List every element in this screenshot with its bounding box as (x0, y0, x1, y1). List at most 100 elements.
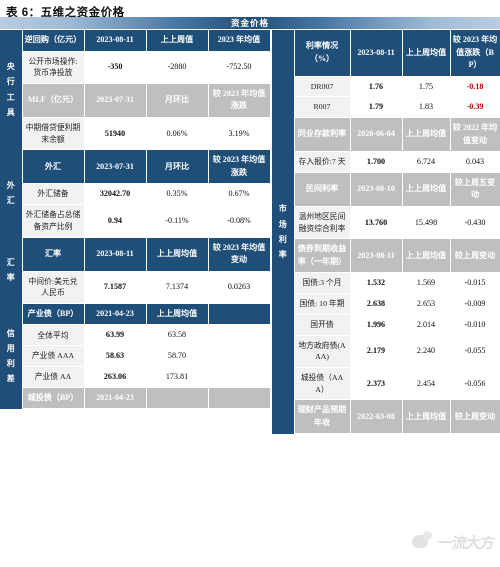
cell-value: 2.638 (349, 293, 403, 315)
cell-value: -2880 (145, 50, 209, 84)
cell-value: -0.08% (207, 204, 271, 238)
table-row: 温州地区民间融资综合利率 13.760 15.498 -0.430 (272, 205, 500, 240)
right-table-wrapper: 市场利率利率情况（%） 2023-08-11 上上周均值较 2023 年均值涨跌（B… (272, 29, 500, 567)
column-header: MLF（亿元） (21, 82, 85, 118)
row-label: 产业债 AAA (21, 345, 85, 367)
cell-value: -0.055 (449, 334, 500, 368)
table-row: DR007 1.76 1.75 -0.18 (272, 75, 500, 98)
table-row: 国债:3 个月 1.532 1.569 -0.015 (272, 272, 500, 295)
cell-value: 0.043 (449, 151, 500, 173)
column-header: 民间利率 (293, 171, 351, 207)
section-label-2: 汇率 (0, 237, 23, 304)
column-header: 上上周均值 (401, 117, 451, 153)
column-header: 月环比 (145, 82, 209, 118)
row-label: 中期借贷便利期末余额 (21, 116, 85, 151)
table-row: 国开债 1.996 2.014 -0.010 (272, 313, 500, 336)
cell-value: -0.18 (449, 75, 500, 98)
column-header: 2023-08-11 (83, 236, 147, 272)
column-header: 利率情况（%） (293, 29, 351, 77)
cell-value: -350 (83, 50, 147, 84)
cell-value (207, 345, 271, 367)
table-row: 地方政府债(AAA) 2.179 2.240 -0.055 (272, 334, 500, 368)
cell-value: 51940 (83, 116, 147, 151)
left-table: 央行工具逆回购（亿元） 2023-08-11 上上周值 2023 年均值 公开市场操作:… (0, 29, 271, 410)
column-header: 外汇 (21, 149, 85, 185)
cell-value: 1.79 (349, 96, 403, 119)
cell-value: 2.240 (401, 334, 451, 368)
cell-value: 173.81 (145, 365, 209, 388)
row-label: 城投债（AAA） (293, 366, 351, 401)
column-header: 2020-06-04 (349, 117, 403, 153)
row-label: 公开市场操作:货币净投放 (21, 50, 85, 84)
column-header: 上上周均值 (401, 171, 451, 207)
cell-value: 13.760 (349, 205, 403, 240)
row-label: DR007 (293, 75, 351, 98)
column-header: 2023 年均值 (207, 29, 271, 52)
column-header: 2023-08-11 (349, 238, 403, 274)
cell-value (207, 365, 271, 388)
column-header: 较 2023 年均值涨跌 (207, 149, 271, 185)
column-header: 上上周值 (145, 29, 209, 52)
table-caption: 表 6：五维之资金价格 (6, 7, 125, 19)
cell-value: 1.83 (401, 96, 451, 119)
section-label-1: 外汇 (0, 149, 23, 238)
table-row: 产业债 AAA 58.63 58.70 (0, 345, 271, 367)
cell-value: 63.99 (83, 324, 147, 347)
cell-value: -752.50 (207, 50, 271, 84)
cell-value (207, 324, 271, 347)
row-label: 外汇储备 (21, 183, 85, 206)
column-header: 上上周均值 (401, 29, 451, 77)
cell-value: 2.653 (401, 293, 451, 315)
table-row: 国债: 10 年期 2.638 2.653 -0.009 (272, 293, 500, 315)
section-band: 资金价格 (0, 17, 500, 29)
column-header: 2023-07-31 (83, 149, 147, 185)
cell-value: 63.58 (145, 324, 209, 347)
column-header: 2021-04-23 (83, 386, 147, 410)
cell-value: -0.010 (449, 313, 500, 336)
table-row: 存入报价:7 天 1.700 6.724 0.043 (272, 151, 500, 173)
column-header: 较上周五变动 (449, 171, 500, 207)
table-page: 表 6：五维之资金价格 资金价格 央行工具逆回购（亿元） 2023-08-11 上上… (0, 0, 500, 567)
column-header: 上上周均值 (401, 399, 451, 435)
column-header (207, 386, 271, 410)
column-header: 较 2022 年均值变动 (449, 117, 500, 153)
cell-value: 3.19% (207, 116, 271, 151)
cell-value: 1.569 (401, 272, 451, 295)
row-label: 国债: 10 年期 (293, 293, 351, 315)
right-table: 市场利率利率情况（%） 2023-08-11 上上周均值较 2023 年均值涨跌（B… (272, 29, 500, 435)
cell-value: 1.75 (401, 75, 451, 98)
tables-container: 央行工具逆回购（亿元） 2023-08-11 上上周值 2023 年均值 公开市场操作:… (0, 29, 500, 567)
cell-value: 0.35% (145, 183, 209, 206)
cell-value: 2.373 (349, 366, 403, 401)
row-label: R007 (293, 96, 351, 119)
row-label: 全体平均 (21, 324, 85, 347)
cell-value: -0.009 (449, 293, 500, 315)
cell-value: 0.94 (83, 204, 147, 238)
cell-value: -0.11% (145, 204, 209, 238)
cell-value: -0.056 (449, 366, 500, 401)
cell-value: 2.454 (401, 366, 451, 401)
column-header: 2023-08-10 (349, 171, 403, 207)
column-header: 上上周均值 (145, 236, 209, 272)
column-header: 较 2023 年均值变动 (207, 236, 271, 272)
column-header: 2023-07-31 (83, 82, 147, 118)
table-row: 中期借贷便利期末余额 51940 0.06% 3.19% (0, 116, 271, 151)
section-label-0: 央行工具 (0, 29, 23, 150)
table-row: R007 1.79 1.83 -0.39 (272, 96, 500, 119)
cell-value: 58.70 (145, 345, 209, 367)
cell-value: 6.724 (401, 151, 451, 173)
column-header: 较上周变动 (449, 238, 500, 274)
cell-value: 1.76 (349, 75, 403, 98)
row-label: 产业债 AA (21, 365, 85, 388)
column-header: 同业存款利率 (293, 117, 351, 153)
cell-value: 0.67% (207, 183, 271, 206)
column-header: 较上周变动 (449, 399, 500, 435)
cell-value: 1.700 (349, 151, 403, 173)
column-header: 产业债（BP） (21, 302, 85, 326)
column-header: 理财产品预期年收 (293, 399, 351, 435)
cell-value: -0.39 (449, 96, 500, 119)
column-header: 债券到期收益率（一年期） (293, 238, 351, 274)
row-label: 国开债 (293, 313, 351, 336)
section-label-3: 信用利差 (0, 303, 23, 409)
column-header: 汇率 (21, 236, 85, 272)
